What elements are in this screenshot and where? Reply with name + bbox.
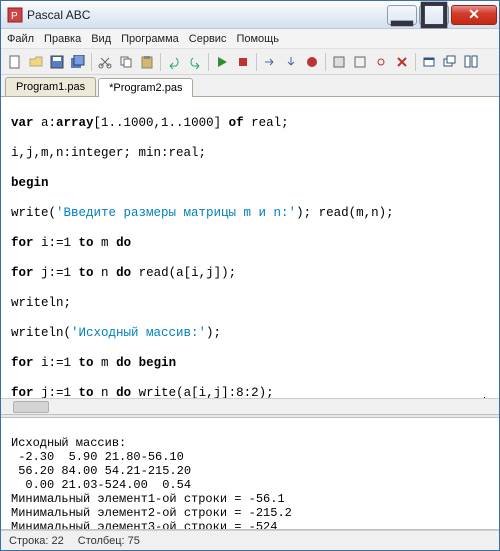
breakpoint-icon[interactable] xyxy=(302,52,322,72)
copy-icon[interactable] xyxy=(116,52,136,72)
tool-icon[interactable] xyxy=(350,52,370,72)
menu-service[interactable]: Сервис xyxy=(189,33,227,45)
menu-file[interactable]: Файл xyxy=(7,33,34,45)
separator xyxy=(325,53,326,71)
separator xyxy=(160,53,161,71)
minimize-button[interactable] xyxy=(387,5,417,25)
open-file-icon[interactable] xyxy=(26,52,46,72)
window-icon[interactable] xyxy=(419,52,439,72)
separator xyxy=(91,53,92,71)
redo-icon[interactable] xyxy=(185,52,205,72)
menu-help[interactable]: Помощь xyxy=(236,33,279,45)
step-into-icon[interactable] xyxy=(281,52,301,72)
cascade-icon[interactable] xyxy=(440,52,460,72)
stop-icon[interactable] xyxy=(233,52,253,72)
app-icon: P xyxy=(7,7,23,23)
compile-icon[interactable] xyxy=(329,52,349,72)
status-column: Столбец: 75 xyxy=(78,535,140,547)
undo-icon[interactable] xyxy=(164,52,184,72)
status-line: Строка: 22 xyxy=(9,535,64,547)
paste-icon[interactable] xyxy=(137,52,157,72)
status-bar: Строка: 22 Столбец: 75 xyxy=(1,530,499,550)
app-window: P Pascal ABC ✕ Файл Правка Вид Программа… xyxy=(0,0,500,551)
link-icon[interactable] xyxy=(371,52,391,72)
tile-icon[interactable] xyxy=(461,52,481,72)
horizontal-scrollbar[interactable] xyxy=(1,398,499,414)
window-title: Pascal ABC xyxy=(27,8,385,22)
tab-program2[interactable]: *Program2.pas xyxy=(98,78,193,97)
output-panel[interactable]: Исходный массив: -2.30 5.90 21.80-56.10 … xyxy=(1,418,499,530)
save-all-icon[interactable] xyxy=(68,52,88,72)
menu-view[interactable]: Вид xyxy=(91,33,111,45)
separator xyxy=(208,53,209,71)
close-button[interactable]: ✕ xyxy=(451,5,497,25)
exit-icon[interactable] xyxy=(392,52,412,72)
tab-program1[interactable]: Program1.pas xyxy=(5,77,96,96)
cut-icon[interactable] xyxy=(95,52,115,72)
menubar: Файл Правка Вид Программа Сервис Помощь xyxy=(1,29,499,49)
menu-edit[interactable]: Правка xyxy=(44,33,81,45)
step-over-icon[interactable] xyxy=(260,52,280,72)
maximize-button[interactable] xyxy=(419,5,449,25)
code-editor[interactable]: var a:array[1..1000,1..1000] of real; i,… xyxy=(1,97,499,398)
separator xyxy=(256,53,257,71)
toolbar xyxy=(1,49,499,75)
svg-text:P: P xyxy=(11,11,18,22)
text-cursor xyxy=(484,397,485,398)
scrollbar-thumb[interactable] xyxy=(13,401,49,413)
menu-program[interactable]: Программа xyxy=(121,33,179,45)
new-file-icon[interactable] xyxy=(5,52,25,72)
save-icon[interactable] xyxy=(47,52,67,72)
titlebar[interactable]: P Pascal ABC ✕ xyxy=(1,1,499,29)
separator xyxy=(415,53,416,71)
tab-bar: Program1.pas *Program2.pas xyxy=(1,75,499,97)
run-icon[interactable] xyxy=(212,52,232,72)
